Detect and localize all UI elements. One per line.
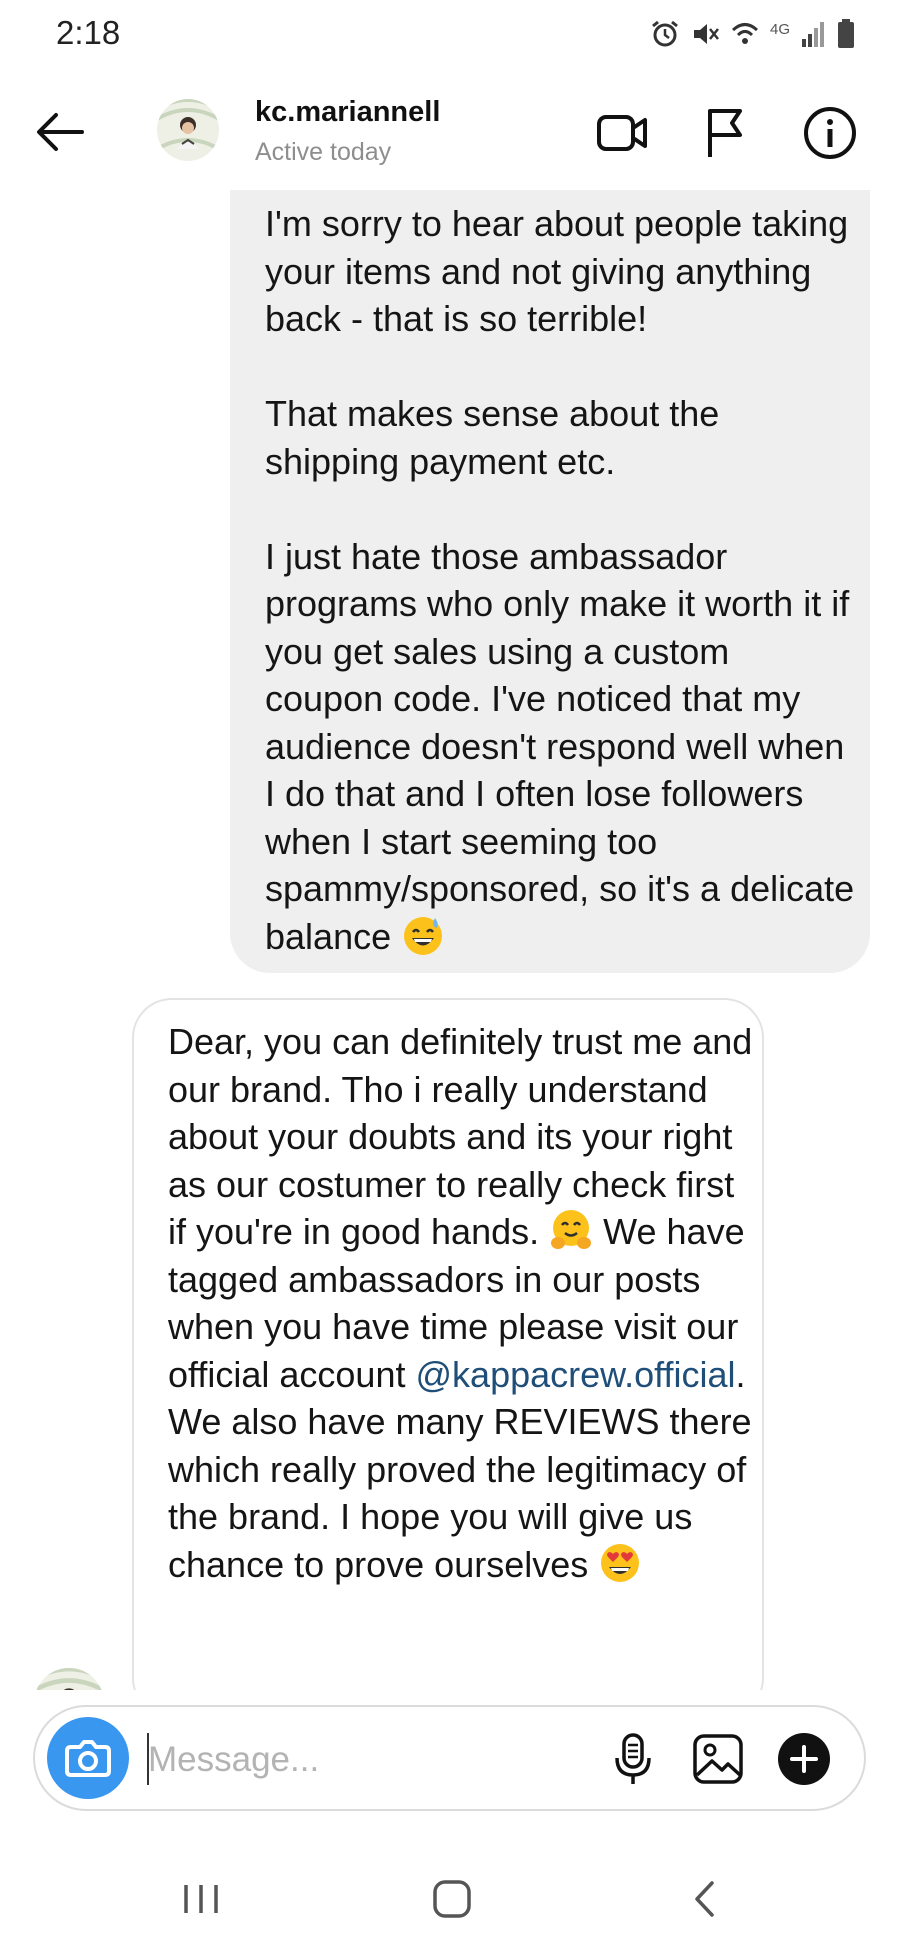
info-button[interactable] xyxy=(800,103,860,163)
gallery-button[interactable] xyxy=(690,1731,746,1787)
recent-apps-icon xyxy=(184,1885,218,1913)
video-call-icon xyxy=(597,115,647,151)
back-icon xyxy=(695,1881,714,1917)
back-arrow-icon xyxy=(37,113,84,151)
avatar[interactable] xyxy=(157,99,219,161)
sender-avatar[interactable] xyxy=(34,1668,104,1690)
chat-header: kc.mariannell Active today xyxy=(0,72,900,190)
incoming-message[interactable]: I'm sorry to hear about people taking yo… xyxy=(230,190,870,973)
message-input[interactable] xyxy=(146,1731,620,1789)
back-button[interactable] xyxy=(30,102,90,162)
heart-eyes-emoji-icon xyxy=(601,1543,640,1582)
status-time: 2:18 xyxy=(56,14,121,51)
voice-message-button[interactable] xyxy=(605,1731,661,1787)
report-button[interactable] xyxy=(696,103,756,163)
status-icons: 4G xyxy=(650,18,856,50)
signal-icon xyxy=(802,22,824,47)
alarm-icon xyxy=(652,20,678,47)
contact-username[interactable]: kc.mariannell xyxy=(255,96,440,129)
microphone-icon xyxy=(615,1733,651,1784)
message-composer xyxy=(33,1705,866,1811)
mute-icon xyxy=(693,24,719,44)
hugging-face-emoji-icon xyxy=(551,1210,592,1249)
wifi-icon xyxy=(731,23,758,44)
home-icon xyxy=(433,1880,471,1918)
message-paragraph: I just hate those ambassador programs wh… xyxy=(265,533,855,961)
message-thread[interactable]: I'm sorry to hear about people taking yo… xyxy=(0,190,900,1690)
profile-photo-icon xyxy=(34,1668,104,1690)
network-type-label: 4G xyxy=(769,20,790,38)
recent-apps-button[interactable] xyxy=(171,1872,231,1926)
more-actions-button[interactable] xyxy=(776,1731,832,1787)
camera-icon xyxy=(65,1740,111,1777)
message-paragraph: That makes sense about the shipping paym… xyxy=(265,393,720,482)
info-icon xyxy=(804,107,856,159)
gallery-icon xyxy=(693,1734,743,1784)
plus-icon xyxy=(778,1733,830,1785)
message-paragraph-text: I just hate those ambassador programs wh… xyxy=(265,535,855,957)
grinning-sweat-emoji-icon xyxy=(404,916,443,955)
status-bar: 2:18 4G xyxy=(0,0,900,72)
outgoing-message-text: Dear, you can definitely trust me and ou… xyxy=(168,1018,753,1588)
outgoing-message[interactable]: Dear, you can definitely trust me and ou… xyxy=(132,998,764,1690)
flag-icon xyxy=(708,109,742,157)
video-call-button[interactable] xyxy=(592,103,652,163)
system-navigation-bar xyxy=(0,1840,900,1950)
message-paragraph: I'm sorry to hear about people taking yo… xyxy=(265,203,849,339)
camera-button[interactable] xyxy=(47,1717,129,1799)
mention-link[interactable]: @kappacrew.official xyxy=(416,1354,736,1395)
home-button[interactable] xyxy=(422,1872,482,1926)
incoming-message-text: I'm sorry to hear about people taking yo… xyxy=(265,200,855,960)
profile-photo-icon xyxy=(157,99,219,161)
battery-icon xyxy=(838,19,854,48)
text-cursor xyxy=(147,1733,149,1785)
system-back-button[interactable] xyxy=(675,1872,735,1926)
activity-status: Active today xyxy=(255,138,392,166)
